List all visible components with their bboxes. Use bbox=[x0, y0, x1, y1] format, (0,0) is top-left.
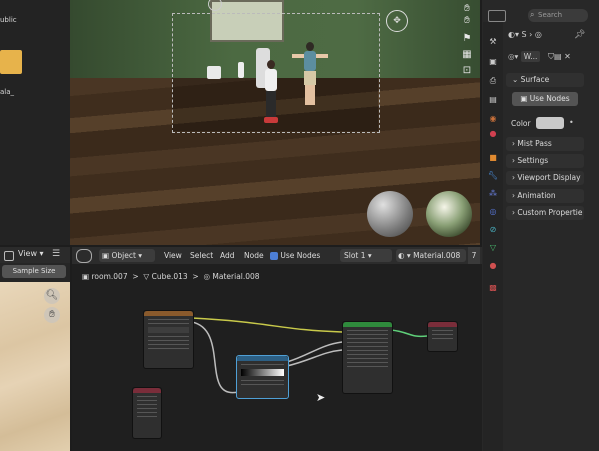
mist-pass-panel[interactable]: › Mist Pass bbox=[506, 137, 584, 151]
material-output-node[interactable] bbox=[427, 321, 458, 352]
properties-path: ◐▾ S › ◎ bbox=[508, 30, 542, 39]
material-tab-icon[interactable]: ● bbox=[487, 260, 499, 272]
animation-panel[interactable]: › Animation bbox=[506, 189, 584, 203]
principled-bsdf-node[interactable] bbox=[342, 321, 393, 394]
search-icon: ⌕ bbox=[530, 10, 535, 19]
world-selector[interactable]: ◎▾ W... bbox=[508, 51, 541, 62]
color-label: Color bbox=[511, 119, 531, 128]
search-input[interactable]: Search bbox=[528, 9, 588, 22]
mouse-cursor: ➤ bbox=[316, 391, 326, 404]
keyframe-dot[interactable]: • bbox=[569, 118, 574, 127]
custom-properties-panel[interactable]: › Custom Propertie bbox=[506, 206, 584, 220]
tool-tab-icon[interactable]: ⚒ bbox=[487, 36, 499, 48]
pin-icon[interactable]: 📌︎ bbox=[574, 30, 585, 40]
texture-tab-icon[interactable]: ▩ bbox=[487, 282, 499, 294]
surface-panel-header[interactable]: ⌄ Surface bbox=[506, 73, 584, 87]
constraints-tab-icon[interactable]: ⊘ bbox=[487, 224, 499, 236]
viewport-display-panel[interactable]: › Viewport Display bbox=[506, 171, 584, 185]
settings-panel[interactable]: › Settings bbox=[506, 154, 584, 168]
object-tab-icon[interactable]: ■ bbox=[487, 152, 499, 164]
render-tab-icon[interactable]: ▣ bbox=[487, 56, 499, 68]
world-tab-icon[interactable]: ● bbox=[487, 128, 499, 140]
color-swatch[interactable] bbox=[536, 117, 564, 129]
modifier-tab-icon[interactable]: 🔧︎ bbox=[487, 170, 499, 182]
view-layer-tab-icon[interactable]: ▤ bbox=[487, 94, 499, 106]
particles-tab-icon[interactable]: ⁂ bbox=[487, 188, 499, 200]
data-tab-icon[interactable]: ▽ bbox=[487, 242, 499, 254]
physics-tab-icon[interactable]: ◎ bbox=[487, 206, 499, 218]
image-texture-node[interactable] bbox=[143, 310, 194, 369]
use-nodes-button[interactable]: ▣ Use Nodes bbox=[512, 92, 578, 106]
texture-coordinate-node[interactable] bbox=[132, 387, 162, 439]
editor-type-icon[interactable] bbox=[488, 10, 506, 22]
fake-user-icon[interactable]: ⛉▤ ✕ bbox=[548, 52, 571, 62]
color-ramp-node[interactable] bbox=[236, 355, 289, 399]
output-tab-icon[interactable]: ⎙ bbox=[487, 75, 499, 87]
scene-tab-icon[interactable]: ◉ bbox=[487, 113, 499, 125]
